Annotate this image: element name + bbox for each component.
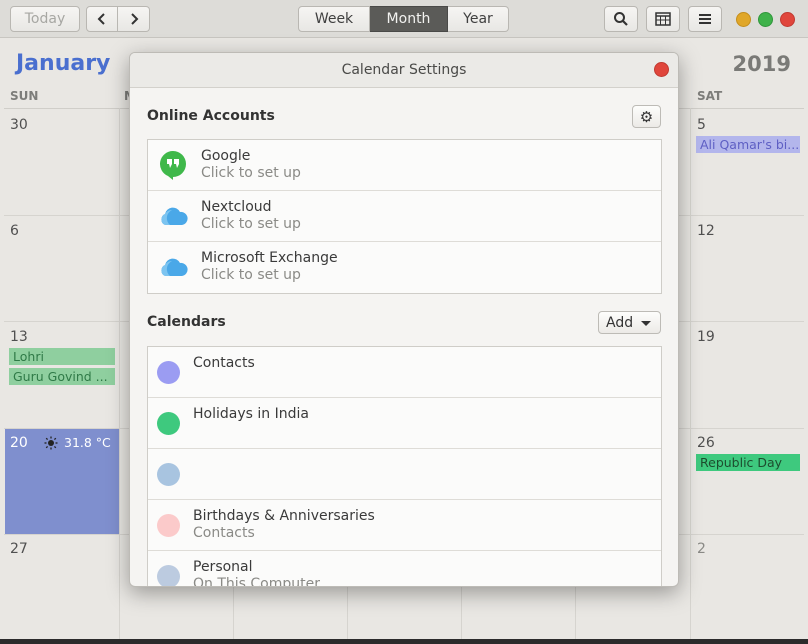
maximize-button[interactable]: [758, 12, 773, 27]
dialog-title: Calendar Settings: [130, 53, 678, 88]
add-button-label: Add: [606, 314, 634, 331]
account-status: Click to set up: [201, 216, 301, 232]
calendar-color-swatch[interactable]: [157, 565, 180, 586]
search-button[interactable]: [604, 6, 638, 32]
month-title: January: [16, 51, 111, 76]
weekday-sat: SAT: [697, 89, 723, 103]
calendar-settings-dialog: Calendar Settings Online Accounts ⚙ Goog…: [129, 52, 679, 587]
calendar-source: On This Computer: [193, 576, 320, 587]
next-button[interactable]: [118, 6, 150, 32]
account-row-exchange[interactable]: Microsoft Exchange Click to set up: [148, 242, 661, 293]
tab-year[interactable]: Year: [448, 6, 509, 32]
day-number[interactable]: 19: [697, 329, 715, 345]
year-title: 2019: [732, 52, 791, 76]
grid-line: [119, 108, 120, 640]
gear-icon: ⚙: [639, 107, 654, 126]
account-status: Click to set up: [201, 165, 301, 181]
tab-week[interactable]: Week: [298, 6, 370, 32]
calendar-name: Birthdays & Anniversaries: [193, 508, 375, 524]
chevron-left-icon: [97, 13, 105, 25]
minimize-button[interactable]: [736, 12, 751, 27]
calendar-source: Contacts: [193, 525, 255, 541]
online-accounts-title: Online Accounts: [147, 108, 275, 124]
cloud-icon: [158, 201, 188, 231]
previous-button[interactable]: [86, 6, 118, 32]
weather-temperature: 31.8 °C: [64, 435, 111, 450]
dropdown-arrow-icon: [641, 321, 651, 326]
day-number-today[interactable]: 20: [10, 435, 28, 451]
account-name: Google: [201, 148, 251, 164]
calendar-name: Holidays in India: [193, 406, 309, 422]
add-calendar-button[interactable]: Add: [598, 311, 661, 334]
grid-line: [690, 108, 691, 640]
hamburger-menu-icon: [699, 14, 711, 24]
calendar-row-contacts[interactable]: Contacts: [148, 347, 661, 398]
calendars-title: Calendars: [147, 314, 226, 330]
cloud-icon: [158, 252, 188, 282]
desktop-strip: [0, 639, 808, 644]
weekday-sun: SUN: [10, 89, 39, 103]
calendar-row-holidays[interactable]: Holidays in India: [148, 398, 661, 449]
calendar-row-personal[interactable]: Personal On This Computer: [148, 551, 661, 587]
account-row-google[interactable]: Google Click to set up: [148, 140, 661, 191]
account-row-nextcloud[interactable]: Nextcloud Click to set up: [148, 191, 661, 242]
day-number[interactable]: 13: [10, 329, 28, 345]
calendar-name: Contacts: [193, 355, 255, 371]
today-button[interactable]: Today: [10, 6, 80, 32]
calendar-row-hidden[interactable]: [148, 449, 661, 500]
calendar-color-swatch[interactable]: [157, 412, 180, 435]
dialog-close-button[interactable]: [654, 62, 669, 77]
event-republic-day[interactable]: Republic Day: [696, 454, 800, 471]
account-status: Click to set up: [201, 267, 301, 283]
accounts-settings-button[interactable]: ⚙: [632, 105, 661, 128]
event-birthday[interactable]: Ali Qamar's bi...: [696, 136, 800, 153]
calendar-name: Personal: [193, 559, 253, 575]
day-number[interactable]: 12: [697, 223, 715, 239]
day-number[interactable]: 26: [697, 435, 715, 451]
header-bar: Today Week Month Year: [0, 0, 808, 38]
google-hangouts-icon: [158, 150, 188, 180]
calendars-list: Contacts Holidays in India Birthdays & A…: [147, 346, 662, 587]
calendar-view-button[interactable]: [646, 6, 680, 32]
calendar-grid-icon: [655, 12, 671, 26]
chevron-right-icon: [130, 13, 138, 25]
day-number[interactable]: 5: [697, 117, 706, 133]
event-lohri[interactable]: Lohri: [9, 348, 115, 365]
close-button[interactable]: [780, 12, 795, 27]
account-name: Nextcloud: [201, 199, 272, 215]
calendar-color-swatch[interactable]: [157, 463, 180, 486]
tab-month[interactable]: Month: [370, 6, 448, 32]
weather-forecast: 31.8 °C: [44, 435, 111, 450]
day-number[interactable]: 27: [10, 541, 28, 557]
calendar-color-swatch[interactable]: [157, 361, 180, 384]
day-number[interactable]: 30: [10, 117, 28, 133]
sun-icon: [44, 436, 58, 449]
menu-button[interactable]: [688, 6, 722, 32]
account-name: Microsoft Exchange: [201, 250, 338, 266]
day-number[interactable]: 2: [697, 541, 706, 557]
search-icon: [614, 12, 628, 26]
event-guru-govind[interactable]: Guru Govind ...: [9, 368, 115, 385]
online-accounts-list: Google Click to set up Nextcloud Click t…: [147, 139, 662, 294]
day-number[interactable]: 6: [10, 223, 19, 239]
calendar-color-swatch[interactable]: [157, 514, 180, 537]
calendar-row-birthdays[interactable]: Birthdays & Anniversaries Contacts: [148, 500, 661, 551]
